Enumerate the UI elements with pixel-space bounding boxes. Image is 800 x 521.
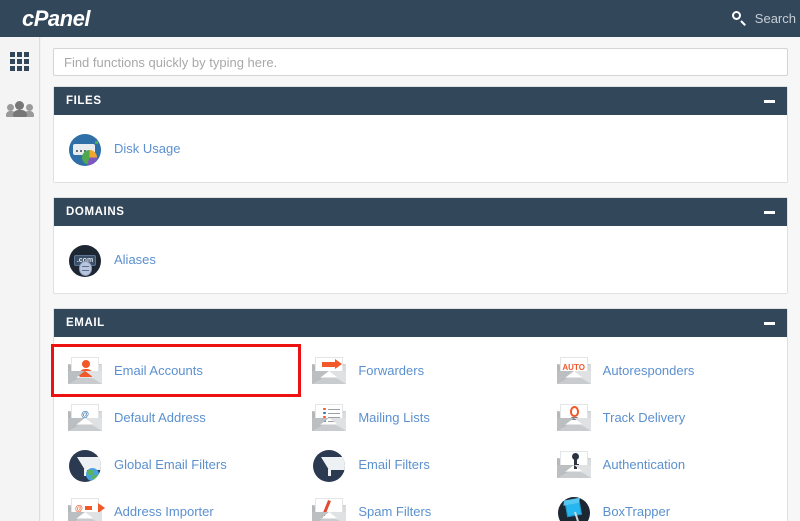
tile-label: Mailing Lists (358, 410, 430, 425)
tile-label: Track Delivery (602, 410, 686, 425)
sidebar-item-users[interactable] (0, 85, 39, 133)
section-body-domains: .com Aliases (54, 226, 787, 293)
tile-email-filters[interactable]: Email Filters (298, 441, 542, 488)
section-body-email: Email Accounts Forwarders AUTO Autorespo… (50, 337, 787, 521)
cpanel-logo[interactable]: cPanel (0, 7, 120, 30)
grid-icon (10, 51, 29, 71)
tile-spam-filters[interactable]: Spam Filters (298, 488, 542, 521)
autoresponders-icon: AUTO (555, 354, 593, 388)
tile-label: Autoresponders (602, 363, 695, 378)
top-bar: cPanel Search (0, 0, 800, 37)
authentication-icon (555, 448, 593, 482)
aliases-icon: .com (66, 243, 104, 277)
global-email-filters-icon (66, 448, 104, 482)
tile-label: Authentication (602, 457, 686, 472)
tile-row: Email Accounts Forwarders AUTO Autorespo… (50, 344, 787, 521)
tile-label: Email Accounts (114, 363, 203, 378)
tile-label: Default Address (114, 410, 206, 425)
global-search[interactable]: Search (731, 0, 800, 37)
minus-icon[interactable] (764, 321, 775, 325)
tile-forwarders[interactable]: Forwarders (298, 347, 542, 394)
tile-boxtrapper[interactable]: BoxTrapper (543, 488, 787, 521)
section-files: FILES Disk Usage (53, 86, 788, 183)
email-filters-icon (310, 448, 348, 482)
search-icon[interactable] (731, 11, 747, 26)
cpanel-app: cPanel Search FILES (0, 0, 800, 521)
tile-row: .com Aliases (54, 236, 787, 283)
disk-usage-icon (66, 132, 104, 166)
main-content: FILES Disk Usage (41, 37, 800, 521)
tile-label: Forwarders (358, 363, 425, 378)
minus-icon[interactable] (764, 210, 775, 214)
tile-address-importer[interactable]: @ Address Importer (54, 488, 298, 521)
tile-authentication[interactable]: Authentication (543, 441, 787, 488)
boxtrapper-icon (555, 495, 593, 521)
sidebar-item-apps[interactable] (0, 37, 39, 85)
default-address-icon: @ (66, 401, 104, 435)
section-title-email: EMAIL (66, 317, 105, 329)
tile-label: Aliases (114, 252, 156, 267)
track-delivery-icon (555, 401, 593, 435)
function-search-wrap (41, 37, 800, 86)
tile-aliases[interactable]: .com Aliases (54, 236, 298, 283)
tile-default-address[interactable]: @ Default Address (54, 394, 298, 441)
tile-global-email-filters[interactable]: Global Email Filters (54, 441, 298, 488)
section-body-files: Disk Usage (54, 115, 787, 182)
tile-label: Email Filters (358, 457, 430, 472)
tile-row: Disk Usage (54, 125, 787, 172)
email-accounts-icon (66, 354, 104, 388)
tile-autoresponders[interactable]: AUTO Autoresponders (543, 347, 787, 394)
left-sidebar (0, 37, 40, 521)
forwarders-icon (310, 354, 348, 388)
spam-filters-icon (310, 495, 348, 521)
tile-label: Address Importer (114, 504, 214, 519)
section-header-files[interactable]: FILES (54, 87, 787, 115)
address-importer-icon: @ (66, 495, 105, 521)
tile-label: Global Email Filters (114, 457, 227, 472)
search-input[interactable] (53, 48, 788, 76)
tile-label: Disk Usage (114, 141, 181, 156)
section-title-domains: DOMAINS (66, 206, 125, 218)
tile-label: BoxTrapper (602, 504, 671, 519)
tile-track-delivery[interactable]: Track Delivery (543, 394, 787, 441)
section-header-email[interactable]: EMAIL (54, 309, 787, 337)
tile-label: Spam Filters (358, 504, 432, 519)
users-icon (5, 101, 34, 117)
section-header-domains[interactable]: DOMAINS (54, 198, 787, 226)
global-search-label: Search (754, 11, 796, 26)
tile-disk-usage[interactable]: Disk Usage (54, 125, 298, 172)
tile-email-accounts[interactable]: Email Accounts (50, 344, 302, 397)
section-title-files: FILES (66, 95, 102, 107)
section-domains: DOMAINS .com Aliases (53, 197, 788, 294)
tile-mailing-lists[interactable]: Mailing Lists (298, 394, 542, 441)
mailing-lists-icon (310, 401, 348, 435)
minus-icon[interactable] (764, 99, 775, 103)
section-email: EMAIL Email Accounts Forwarders AUTO Aut… (50, 308, 788, 521)
